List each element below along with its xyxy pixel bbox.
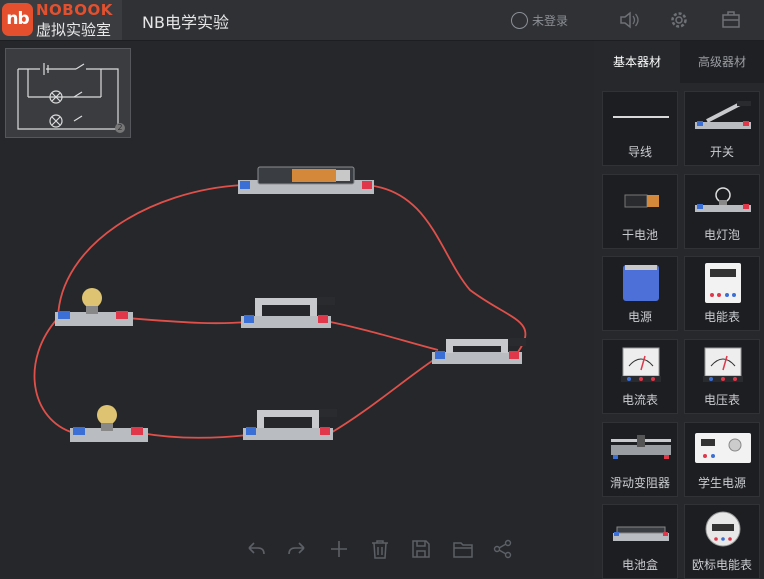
redo-icon[interactable] (286, 538, 308, 560)
toolbox-icon[interactable] (720, 9, 742, 31)
equipment-label: 开关 (709, 145, 734, 159)
equipment-label: 电源 (627, 310, 652, 324)
canvas-toolbar (240, 534, 530, 564)
wire (328, 356, 439, 435)
equipment-item-energy-meter[interactable]: 电能表 (684, 256, 760, 331)
power-supply-icon (623, 265, 659, 301)
equipment-item-rheostat[interactable]: 滑动变阻器 (602, 422, 678, 497)
equipment-label: 电能表 (703, 310, 740, 324)
equipment-label: 欧标电能表 (691, 558, 752, 572)
sound-icon[interactable] (618, 9, 640, 31)
delete-icon[interactable] (369, 538, 391, 560)
bulb-component[interactable] (70, 405, 148, 442)
equipment-item-wire[interactable]: 导线 (602, 91, 678, 166)
equipment-tabs: 基本器材 高级器材 (594, 41, 764, 83)
bulb-component[interactable] (55, 288, 133, 326)
undo-icon[interactable] (245, 538, 267, 560)
bulb-icon (695, 187, 751, 212)
equipment-label: 电池盒 (621, 558, 658, 572)
wire (365, 184, 527, 353)
equipment-item-switch[interactable]: 开关 (684, 91, 760, 166)
wire-icon (613, 116, 669, 118)
battery-box-icon (613, 526, 669, 541)
equipment-item-eu-energy-meter[interactable]: 欧标电能表 (684, 504, 760, 579)
equipment-item-battery-box[interactable]: 电池盒 (602, 504, 678, 579)
equipment-item-voltmeter[interactable]: 电压表 (684, 339, 760, 414)
wire (125, 317, 248, 325)
ammeter-icon (621, 347, 661, 382)
share-icon[interactable] (492, 538, 514, 560)
wire (33, 317, 75, 434)
equipment-label: 电灯泡 (703, 228, 740, 242)
student-power-icon (695, 433, 751, 463)
battery-component[interactable] (238, 166, 374, 194)
equipment-label: 导线 (627, 145, 652, 159)
circuit-thumbnail[interactable]: 2 (5, 48, 131, 138)
rheostat-icon (611, 435, 671, 459)
equipment-item-power-supply[interactable]: 电源 (602, 256, 678, 331)
save-icon[interactable] (410, 538, 432, 560)
thumbnail-page-badge: 2 (115, 123, 125, 133)
wires (33, 184, 527, 439)
equipment-item-ammeter[interactable]: 电流表 (602, 339, 678, 414)
tab-basic-equipment[interactable]: 基本器材 (594, 41, 680, 83)
equipment-item-student-power[interactable]: 学生电源 (684, 422, 760, 497)
equipment-label: 滑动变阻器 (609, 476, 670, 490)
schematic-preview (17, 63, 119, 130)
equipment-label: 学生电源 (697, 476, 746, 490)
equipment-label: 电压表 (703, 393, 740, 407)
battery-icon (624, 194, 659, 208)
wire (325, 320, 439, 351)
eu-energy-meter-icon (705, 511, 741, 547)
switch-component[interactable] (243, 409, 337, 440)
equipment-label: 电流表 (621, 393, 658, 407)
equipment-label: 干电池 (621, 228, 658, 242)
equipment-item-battery[interactable]: 干电池 (602, 174, 678, 249)
equipment-sidebar: 基本器材 高级器材 导线 开关 干电池 电灯泡 电源 电能表 电流表 电压表 滑… (594, 41, 764, 579)
tab-advanced-equipment[interactable]: 高级器材 (680, 41, 764, 83)
wire (140, 432, 249, 439)
switch-icon (695, 101, 751, 129)
add-icon[interactable] (328, 538, 350, 560)
voltmeter-icon (703, 347, 743, 382)
equipment-item-bulb[interactable]: 电灯泡 (684, 174, 760, 249)
open-folder-icon[interactable] (452, 538, 474, 560)
switch-component[interactable] (432, 338, 526, 364)
energy-meter-icon (705, 263, 741, 303)
gear-icon[interactable] (668, 9, 690, 31)
switch-component[interactable] (241, 297, 335, 328)
